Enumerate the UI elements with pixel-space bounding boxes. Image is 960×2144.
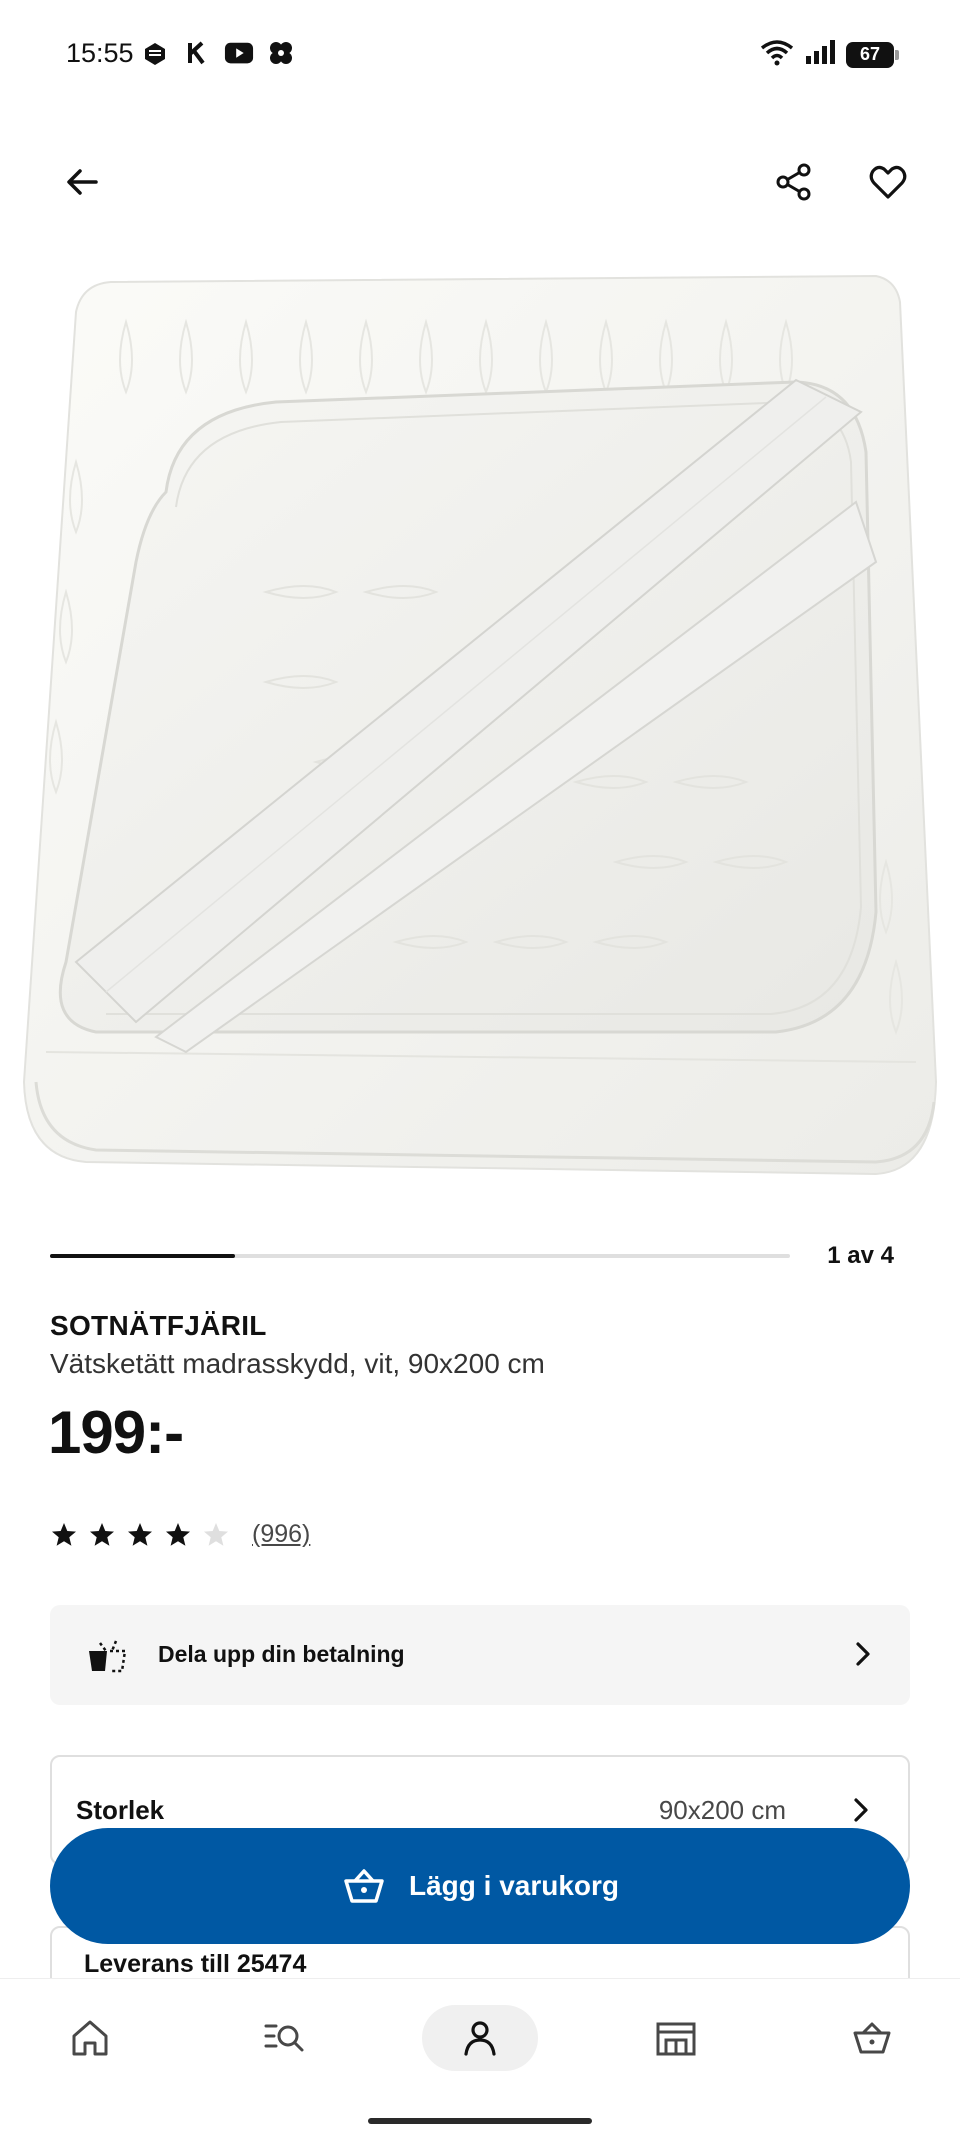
- battery-indicator: 67: [846, 41, 899, 68]
- heart-icon: [869, 165, 907, 199]
- chevron-right-icon: [846, 1637, 880, 1671]
- top-nav: [0, 140, 960, 220]
- nav-profile[interactable]: [422, 2005, 538, 2071]
- status-app-icons: [140, 38, 296, 68]
- star-filled-icon: [90, 1522, 114, 1546]
- product-rating[interactable]: (996): [50, 1520, 310, 1549]
- split-payment-card[interactable]: Dela upp din betalning: [50, 1605, 910, 1705]
- add-to-cart-label: Lägg i varukorg: [408, 1870, 620, 1901]
- k-app-icon: [182, 38, 212, 68]
- home-icon: [72, 2020, 108, 2056]
- star-filled-icon: [52, 1522, 76, 1546]
- chevron-right-icon: [844, 1793, 878, 1827]
- product-image[interactable]: [16, 262, 946, 1182]
- product-price: 199:-: [48, 1399, 184, 1466]
- carousel-progress-track: [50, 1254, 790, 1258]
- star-filled-icon: [166, 1522, 190, 1546]
- nav-store[interactable]: [618, 2005, 734, 2071]
- nav-search[interactable]: [226, 2005, 342, 2071]
- delivery-label: Leverans till 25474: [84, 1950, 307, 1978]
- carousel-counter: 1 av 4: [827, 1242, 894, 1269]
- status-system-icons: 67: [760, 38, 899, 71]
- store-icon: [656, 2022, 696, 2056]
- share-icon: [776, 163, 811, 201]
- status-bar: 15:55 67: [0, 0, 960, 110]
- status-time: 15:55: [66, 38, 134, 68]
- rating-count[interactable]: (996): [252, 1520, 310, 1549]
- basket-split-icon: [86, 1635, 128, 1677]
- nav-cart[interactable]: [814, 2005, 930, 2071]
- cart-icon: [853, 2022, 891, 2054]
- share-button[interactable]: [770, 158, 818, 206]
- size-label: Storlek: [76, 1795, 165, 1825]
- add-to-cart-button[interactable]: Lägg i varukorg: [50, 1828, 910, 1944]
- wifi-icon: [760, 38, 794, 71]
- search-list-icon: [264, 2024, 304, 2052]
- product-description: Vätsketätt madrasskydd, vit, 90x200 cm: [50, 1348, 545, 1379]
- app-notification-icon: [140, 38, 170, 68]
- cart-icon: [341, 1863, 387, 1909]
- size-value: 90x200 cm: [658, 1795, 786, 1825]
- carousel-progress-fill: [50, 1254, 235, 1258]
- youtube-icon: [224, 38, 254, 68]
- image-carousel-indicator: 1 av 4: [50, 1240, 910, 1276]
- signal-icon: [804, 38, 836, 71]
- profile-icon: [464, 2021, 496, 2056]
- star-filled-icon: [128, 1522, 152, 1546]
- gesture-navigation-bar[interactable]: [368, 2118, 592, 2124]
- app-flower-icon: [266, 38, 296, 68]
- star-empty-icon: [204, 1522, 228, 1546]
- rating-stars: [50, 1521, 230, 1549]
- product-name: SOTNÄTFJÄRIL: [50, 1310, 267, 1341]
- split-payment-label: Dela upp din betalning: [158, 1641, 405, 1667]
- favorite-button[interactable]: [864, 158, 912, 206]
- arrow-left-icon: [67, 169, 98, 195]
- nav-home[interactable]: [32, 2005, 148, 2071]
- back-button[interactable]: [58, 158, 106, 206]
